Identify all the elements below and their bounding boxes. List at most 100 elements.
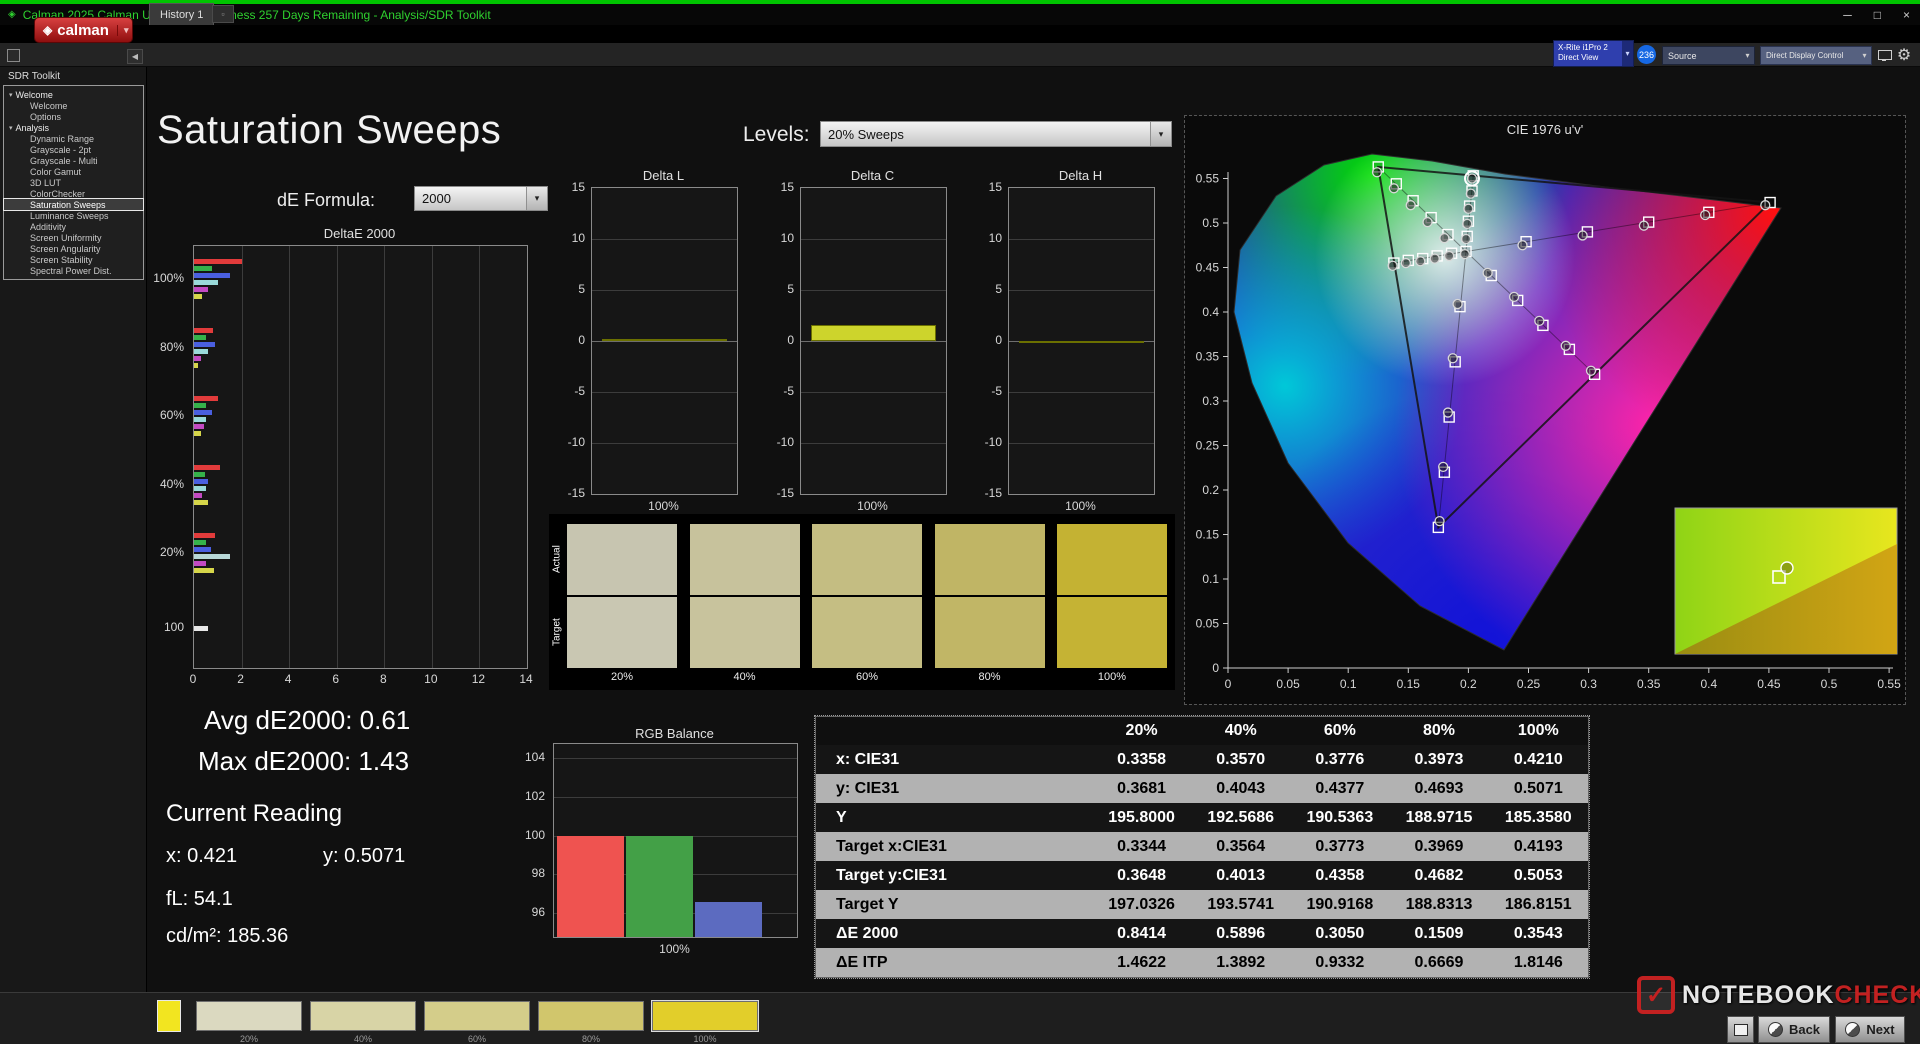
display-control-dropdown[interactable]: Direct Display Control ▾ (1760, 46, 1872, 65)
svg-text:0: 0 (1212, 661, 1219, 675)
level-swatch-label: 20% (239, 1034, 258, 1044)
inset-measure-marker (1780, 561, 1794, 575)
swatch-col-label: 60% (855, 671, 879, 683)
deltae-bar (194, 273, 230, 278)
deltae-bar (194, 396, 218, 401)
level-swatch-40%[interactable] (310, 1001, 416, 1031)
level-swatch-label: 40% (353, 1034, 372, 1044)
pin-icon[interactable] (7, 49, 20, 62)
deltae-chart-title: DeltaE 2000 (323, 226, 396, 241)
deltae-bar (194, 280, 218, 285)
meter-count-badge[interactable]: 236 (1637, 45, 1656, 64)
delta-l-title: Delta L (642, 168, 685, 183)
next-icon (1845, 1022, 1861, 1037)
sidebar-item-3d-lut[interactable]: 3D LUT (4, 177, 143, 188)
delta-c-xlabel: 100% (857, 499, 888, 513)
svg-text:0.2: 0.2 (1460, 677, 1477, 691)
table-col-header: 60% (1290, 716, 1390, 745)
target-swatch-40% (689, 597, 800, 668)
tree-group-welcome[interactable]: ▾ Welcome (4, 89, 143, 100)
svg-text:0.5: 0.5 (1821, 677, 1838, 691)
sidebar-item-colorchecker[interactable]: ColorChecker (4, 188, 143, 199)
sidebar-item-welcome[interactable]: Welcome (4, 100, 143, 111)
sidebar-item-saturation-sweeps[interactable]: Saturation Sweeps (3, 198, 144, 211)
actual-swatch-60% (812, 524, 922, 595)
level-swatch-80%[interactable] (538, 1001, 644, 1031)
close-button[interactable]: × (1903, 8, 1910, 22)
settings-button[interactable]: ⚙ (1895, 46, 1913, 64)
de-formula-dropdown[interactable]: 2000 ▾ (414, 186, 548, 211)
chevron-down-icon: ▾ (526, 187, 547, 210)
sidebar-item-screen-angularity[interactable]: Screen Angularity (4, 243, 143, 254)
svg-text:0.45: 0.45 (1196, 261, 1220, 275)
deltae-bar (194, 403, 206, 408)
table-row: Y 195.8000 192.5686 190.5363 188.9715 185.358… (815, 803, 1589, 832)
level-swatch-20%[interactable] (196, 1001, 302, 1031)
pattern-window-button[interactable] (1727, 1016, 1754, 1043)
target-swatch-20% (567, 597, 677, 668)
back-button[interactable]: Back (1758, 1016, 1830, 1043)
tab-history-1[interactable]: History 1 (149, 3, 215, 25)
table-row: ΔE ITP 1.4622 1.3892 0.9332 0.6669 1.8146 (815, 948, 1589, 978)
deltae-bar (194, 554, 230, 559)
chevron-down-icon[interactable]: ▾ (1622, 41, 1633, 66)
notebookcheck-logo-icon: ✓ (1637, 976, 1675, 1014)
svg-text:0.1: 0.1 (1340, 677, 1357, 691)
deltae-row-label: 60% (159, 408, 184, 422)
sidebar-item-color-gamut[interactable]: Color Gamut (4, 166, 143, 177)
rgb-xlabel: 100% (659, 942, 690, 956)
level-swatch-100%[interactable] (651, 1000, 759, 1032)
level-swatch-60%[interactable] (424, 1001, 530, 1031)
sidebar-item-spectral-power-dist-[interactable]: Spectral Power Dist. (4, 265, 143, 276)
table-row: Target Y 197.0326 193.5741 190.9168 188.8313… (815, 890, 1589, 919)
sidebar-tree: ▾ Welcome Welcome Options ▾ Analysis Dynamic R… (3, 85, 144, 280)
dl-bar (602, 339, 727, 341)
svg-text:0.15: 0.15 (1196, 528, 1220, 542)
calman-diamond-icon: ◈ (43, 23, 53, 37)
next-button[interactable]: Next (1835, 1016, 1905, 1043)
sidebar-item-dynamic-range[interactable]: Dynamic Range (4, 133, 143, 144)
sidebar-collapse-button[interactable]: ◀ (127, 49, 143, 64)
deltae-x-tick: 6 (332, 672, 340, 686)
sidebar-item-luminance-sweeps[interactable]: Luminance Sweeps (4, 210, 143, 221)
table-col-header: 20% (1092, 716, 1192, 745)
display-icon-button[interactable] (1876, 46, 1894, 64)
sidebar-header: SDR Toolkit (8, 71, 61, 82)
meter-button[interactable]: X-Rite i1Pro 2 Direct View ▾ (1553, 40, 1634, 67)
swatch-col-label: 40% (733, 671, 756, 683)
tree-group-analysis[interactable]: ▾ Analysis (4, 122, 143, 133)
sidebar-item-screen-uniformity[interactable]: Screen Uniformity (4, 232, 143, 243)
table-col-header: 80% (1389, 716, 1489, 745)
actual-swatch-80% (934, 524, 1045, 595)
sidebar-item-options[interactable]: Options (4, 111, 143, 122)
table-row: y: CIE31 0.3681 0.4043 0.4377 0.4693 0.5071 (815, 774, 1589, 803)
levels-dropdown[interactable]: 20% Sweeps ▾ (820, 121, 1172, 147)
svg-text:0.35: 0.35 (1196, 350, 1220, 364)
deltae-bar (194, 363, 198, 368)
rgb-bar-green (626, 835, 693, 937)
avg-de2000: Avg dE2000: 0.61 (204, 705, 411, 735)
deltae-x-tick: 10 (424, 672, 438, 686)
delta-h-plot (1008, 187, 1155, 495)
deltae-x-tick: 14 (519, 672, 533, 686)
source-dropdown[interactable]: Source ▾ (1662, 46, 1755, 65)
level-swatch-label: 60% (467, 1034, 486, 1044)
deltae-bar (194, 424, 204, 429)
deltae-bar (194, 465, 221, 470)
deltae-bar (194, 493, 203, 498)
svg-text:0.55: 0.55 (1877, 677, 1901, 691)
sidebar-item-additivity[interactable]: Additivity (4, 221, 143, 232)
app-icon: ◈ (8, 9, 16, 20)
rgb-bar-blue (695, 901, 762, 937)
sidebar-item-screen-stability[interactable]: Screen Stability (4, 254, 143, 265)
deltae-row-label: 80% (159, 340, 184, 354)
sidebar-item-grayscale-2pt[interactable]: Grayscale - 2pt (4, 144, 143, 155)
maximize-button[interactable]: □ (1874, 8, 1881, 22)
tree-expander-icon[interactable]: ▾ (9, 91, 13, 99)
calman-menu-button[interactable]: ◈ calman ▾ (34, 17, 134, 43)
deltae-bar (194, 335, 206, 340)
sidebar-item-grayscale-multi[interactable]: Grayscale - Multi (4, 155, 143, 166)
add-tab-button[interactable]: ▫ (212, 5, 234, 23)
tree-expander-icon[interactable]: ▾ (9, 124, 13, 132)
minimize-button[interactable]: ─ (1843, 8, 1852, 22)
